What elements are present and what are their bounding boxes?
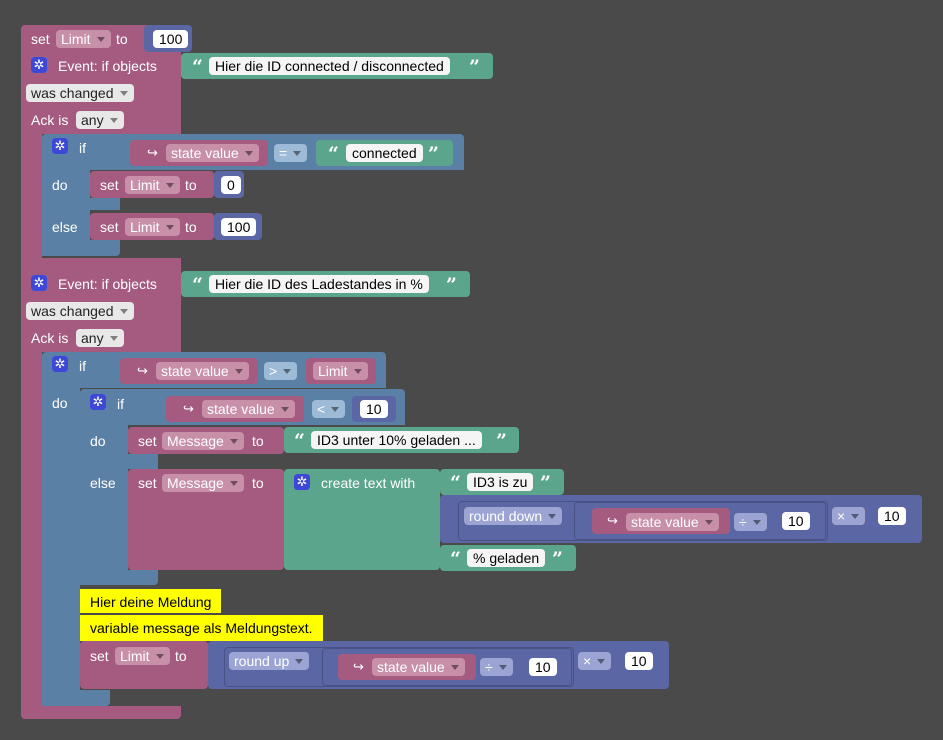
gear-icon[interactable]: ✲ [52,138,68,154]
if-else-1-mid [42,198,120,210]
set-label: set [138,433,157,449]
number-field[interactable]: 10 [782,512,810,530]
quote-close-icon: ” [428,143,439,165]
quote-close-icon: ” [552,548,563,570]
comment-note-2[interactable]: variable message als Meldungstext. [80,615,323,641]
connected-text-field[interactable]: connected [346,144,423,162]
to-label: to [116,31,128,47]
gear-icon[interactable]: ✲ [31,57,47,73]
multiply-operator-dropdown[interactable]: × [832,507,866,525]
changed-dropdown[interactable]: was changed [26,302,134,320]
set-label: set [90,648,109,664]
if-label: if [79,358,86,374]
number-field[interactable]: 100 [153,30,189,48]
state-value-dropdown[interactable]: state value [372,658,465,676]
to-label: to [175,648,187,664]
message-text-field[interactable]: ID3 unter 10% geladen ... [311,431,482,449]
to-label: to [185,219,197,235]
quote-open-icon: “ [450,548,461,570]
quote-open-icon: “ [450,472,461,494]
number-field[interactable]: 10 [529,658,557,676]
else-label: else [52,219,78,235]
else-label: else [90,475,116,491]
comment-note-1[interactable]: Hier deine Meldung [80,589,222,613]
ack-dropdown[interactable]: any [76,111,124,129]
operator-dropdown[interactable]: = [274,144,308,162]
event-title: Event: if objects [58,58,157,74]
variable-dropdown-limit[interactable]: Limit [125,176,180,194]
quote-close-icon: ” [469,56,480,78]
state-arrow-icon: ↪ [137,363,148,378]
to-label: to [185,177,197,193]
state-value-dropdown[interactable]: state value [166,144,259,162]
state-value-dropdown[interactable]: state value [626,513,719,531]
to-label: to [252,475,264,491]
event-2-c-arm [21,352,42,712]
state-arrow-icon: ↪ [607,513,618,528]
id3-text-field[interactable]: ID3 is zu [467,473,534,491]
do-label: do [90,433,106,449]
state-value-dropdown[interactable]: state value [156,362,249,380]
event-1-bottom [21,258,181,270]
quote-open-icon: “ [192,56,203,78]
if-label: if [117,396,124,412]
if-inner-bottom [80,570,158,585]
do-label: do [52,177,68,193]
quote-open-icon: “ [328,143,339,165]
state-arrow-icon: ↪ [147,145,158,160]
geladen-text-field[interactable]: % geladen [467,549,546,567]
quote-close-icon: ” [446,274,457,296]
variable-dropdown-message[interactable]: Message [162,432,244,450]
to-label: to [252,433,264,449]
changed-dropdown[interactable]: was changed [26,84,134,102]
quote-close-icon: ” [496,430,507,452]
do-label: do [52,395,68,411]
gear-icon[interactable]: ✲ [294,474,310,490]
operator-dropdown[interactable]: > [264,362,298,380]
state-arrow-icon: ↪ [353,659,364,674]
set-label: set [100,177,119,193]
gear-icon[interactable]: ✲ [52,356,68,372]
set-label: set [138,475,157,491]
number-field[interactable]: 10 [625,652,653,670]
event-1-c-arm [21,134,42,262]
number-field[interactable]: 10 [360,400,388,418]
if-label: if [79,140,86,156]
create-text-label: create text with [321,475,416,491]
variable-dropdown-message[interactable]: Message [162,474,244,492]
round-up-dropdown[interactable]: round up [229,652,310,670]
number-field[interactable]: 0 [221,176,241,194]
round-down-dropdown[interactable]: round down [464,507,563,525]
event-2-bottom [21,706,181,719]
number-field[interactable]: 100 [221,218,257,236]
operator-dropdown[interactable]: < [312,400,346,418]
number-field[interactable]: 10 [878,507,906,525]
quote-close-icon: ” [540,472,551,494]
variable-dropdown-limit[interactable]: Limit [125,218,180,236]
variable-dropdown-limit[interactable]: Limit [56,30,111,48]
if-inner-mid [80,454,158,469]
if-outer-arm [42,388,80,706]
gear-icon[interactable]: ✲ [31,275,47,291]
variable-dropdown-limit[interactable]: Limit [313,362,368,380]
state-value-dropdown[interactable]: state value [202,400,295,418]
ack-dropdown[interactable]: any [76,329,124,347]
state-arrow-icon: ↪ [183,401,194,416]
ack-label: Ack is [31,330,69,346]
set-label: set [31,31,50,47]
id-text-field[interactable]: Hier die ID connected / disconnected [209,57,450,75]
set-label: set [100,219,119,235]
id-text-field[interactable]: Hier die ID des Ladestandes in % [209,275,429,293]
quote-open-icon: “ [192,274,203,296]
ack-label: Ack is [31,112,69,128]
multiply-operator-dropdown[interactable]: × [578,652,612,670]
variable-dropdown-limit[interactable]: Limit [115,647,170,665]
divide-operator-dropdown[interactable]: ÷ [480,658,513,676]
gear-icon[interactable]: ✲ [90,394,106,410]
quote-open-icon: “ [294,430,305,452]
event-title: Event: if objects [58,276,157,292]
if-outer-bottom [42,690,110,706]
divide-operator-dropdown[interactable]: ÷ [734,513,767,531]
if-else-1-bottom [42,240,120,256]
